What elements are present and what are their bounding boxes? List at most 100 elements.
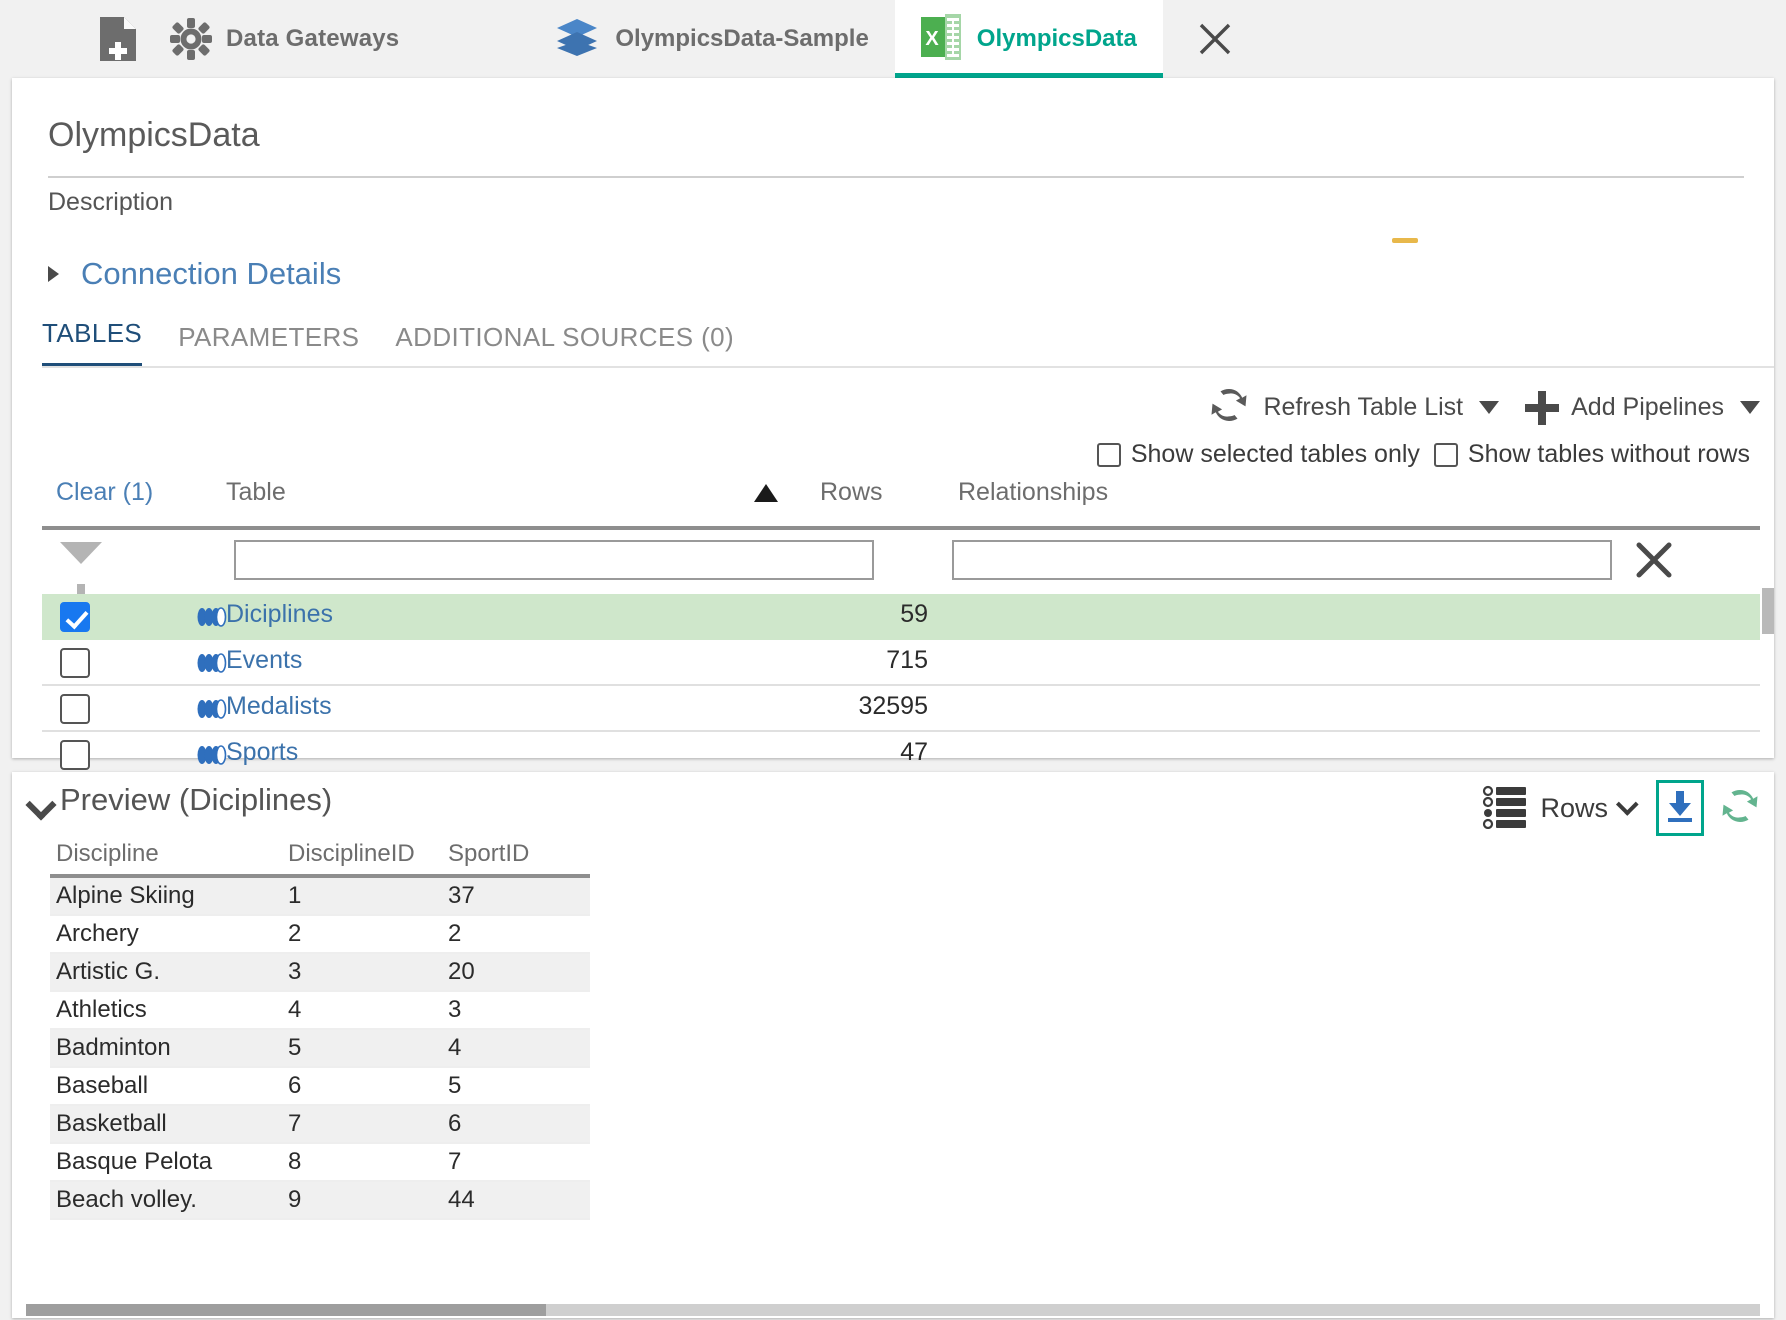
table-row-count: 32595 [858, 692, 928, 720]
window-tab-olympicsdata[interactable]: X OlympicsData [894, 0, 1163, 78]
tables-grid-header: Clear (1) Table Rows Relationships [42, 478, 1760, 524]
preview-cell: 5 [448, 1072, 462, 1099]
preview-cell: 9 [288, 1186, 302, 1213]
filter-relationships-input[interactable] [952, 540, 1612, 580]
refresh-table-list-label: Refresh Table List [1263, 393, 1464, 421]
caret-down-icon[interactable] [1740, 401, 1760, 414]
new-document-icon[interactable] [98, 16, 138, 62]
column-header-rows[interactable]: Rows [820, 478, 883, 507]
row-select-checkbox[interactable] [60, 648, 90, 678]
rows-dropdown-label[interactable]: Rows [1540, 793, 1608, 824]
tables-grid-scrollbar[interactable] [1762, 588, 1774, 634]
preview-column-header[interactable]: Discipline [50, 840, 282, 874]
window-tab-label: OlympicsData-Sample [615, 25, 869, 52]
sub-tabs: TABLES PARAMETERS ADDITIONAL SOURCES (0) [42, 318, 1774, 367]
preview-row: Athletics 4 3 [50, 992, 590, 1030]
window-tab-olympicsdata-sample[interactable]: OlympicsData-Sample [529, 0, 894, 78]
table-row[interactable]: Events 715 [42, 640, 1760, 686]
preview-cell: 3 [288, 958, 302, 985]
preview-column-header[interactable]: SportID [442, 840, 590, 874]
column-header-table[interactable]: Table [226, 478, 286, 507]
sort-ascending-icon[interactable] [754, 484, 778, 502]
preview-cell: 8 [288, 1148, 302, 1175]
preview-horizontal-scrollbar[interactable] [26, 1304, 1760, 1316]
chevron-down-icon[interactable] [25, 789, 57, 821]
validation-marker [1392, 238, 1418, 243]
preview-column-header[interactable]: DisciplineID [282, 840, 442, 874]
preview-cell: 3 [448, 996, 462, 1023]
preview-cell: 6 [288, 1072, 302, 1099]
row-select-checkbox[interactable] [60, 602, 90, 632]
table-row[interactable]: Diciplines 59 [42, 594, 1760, 640]
show-tables-without-rows-checkbox[interactable] [1433, 442, 1458, 467]
preview-cell: Badminton [56, 1034, 171, 1061]
add-pipelines-button[interactable]: Add Pipelines [1525, 390, 1760, 425]
preview-cell: Basketball [56, 1110, 167, 1137]
table-name-link[interactable]: Medalists [226, 692, 332, 721]
tab-tables[interactable]: TABLES [42, 318, 143, 367]
hamburger-icon[interactable] [22, 24, 62, 54]
tab-parameters[interactable]: PARAMETERS [178, 322, 359, 367]
table-stack-icon [196, 744, 228, 771]
add-pipelines-label: Add Pipelines [1571, 393, 1724, 421]
window-tabs: OlympicsData-Sample X OlympicsData [529, 0, 1263, 78]
column-header-relationships[interactable]: Relationships [958, 478, 1108, 507]
show-tables-without-rows-label: Show tables without rows [1467, 440, 1750, 468]
row-select-checkbox[interactable] [60, 694, 90, 724]
plus-icon [1525, 390, 1560, 425]
preview-row: Alpine Skiing 1 37 [50, 878, 590, 916]
layers-icon [555, 15, 599, 64]
preview-cell: 5 [288, 1034, 302, 1061]
refresh-preview-button[interactable] [1718, 784, 1762, 833]
refresh-icon [1207, 383, 1251, 432]
download-button[interactable] [1656, 780, 1704, 836]
preview-row: Archery 2 2 [50, 916, 590, 954]
clear-selection-link[interactable]: Clear (1) [56, 478, 153, 507]
table-stack-icon [196, 606, 228, 633]
table-stack-icon [196, 652, 228, 679]
rows-list-icon[interactable] [1482, 783, 1528, 834]
close-icon[interactable] [1163, 0, 1263, 78]
grid-header-divider [42, 526, 1760, 530]
preview-header: Preview (Diciplines) Rows [12, 772, 1774, 836]
table-row-count: 715 [886, 646, 928, 674]
table-name-link[interactable]: Events [226, 646, 302, 675]
preview-cell: Artistic G. [56, 958, 161, 985]
preview-cell: 20 [448, 958, 475, 985]
data-gateways-label[interactable]: Data Gateways [226, 25, 399, 53]
preview-cell: Alpine Skiing [56, 882, 195, 909]
tab-additional-sources[interactable]: ADDITIONAL SOURCES (0) [395, 322, 734, 367]
gear-icon[interactable] [170, 18, 212, 60]
chevron-down-icon[interactable] [1615, 793, 1639, 816]
preview-cell: 7 [448, 1148, 462, 1175]
refresh-table-list-button[interactable]: Refresh Table List [1207, 383, 1500, 432]
sub-tabs-divider [42, 366, 1774, 368]
description-field[interactable]: Description [48, 188, 173, 217]
filter-table-input[interactable] [234, 540, 874, 580]
preview-cell: 44 [448, 1186, 475, 1213]
show-selected-tables-only-label: Show selected tables only [1130, 440, 1420, 468]
window-tab-label: OlympicsData [976, 25, 1137, 52]
datasource-card: OlympicsData Description Connection Deta… [12, 78, 1774, 770]
preview-cell: 4 [448, 1034, 462, 1061]
table-name-link[interactable]: Diciplines [226, 600, 333, 629]
show-selected-tables-only-checkbox[interactable] [1096, 442, 1121, 467]
funnel-icon[interactable] [60, 542, 102, 598]
preview-grid: Discipline DisciplineID SportID Alpine S… [50, 840, 590, 1220]
caret-down-icon[interactable] [1479, 401, 1500, 414]
preview-cell: 2 [448, 920, 462, 947]
preview-toolbar: Rows [1482, 780, 1762, 836]
table-row[interactable]: Medalists 32595 [42, 686, 1760, 732]
preview-row: Artistic G. 3 20 [50, 954, 590, 992]
preview-row: Basketball 7 6 [50, 1106, 590, 1144]
table-name-link[interactable]: Sports [226, 738, 298, 767]
preview-cell: 4 [288, 996, 302, 1023]
preview-cell: 37 [448, 882, 475, 909]
preview-cell: 6 [448, 1110, 462, 1137]
table-display-options: Show selected tables only Show tables wi… [1096, 440, 1764, 469]
connection-details-label: Connection Details [81, 256, 342, 291]
row-select-checkbox[interactable] [60, 740, 90, 770]
clear-filter-x-icon[interactable] [1634, 540, 1674, 580]
preview-cell: 7 [288, 1110, 302, 1137]
connection-details-toggle[interactable]: Connection Details [48, 256, 341, 292]
